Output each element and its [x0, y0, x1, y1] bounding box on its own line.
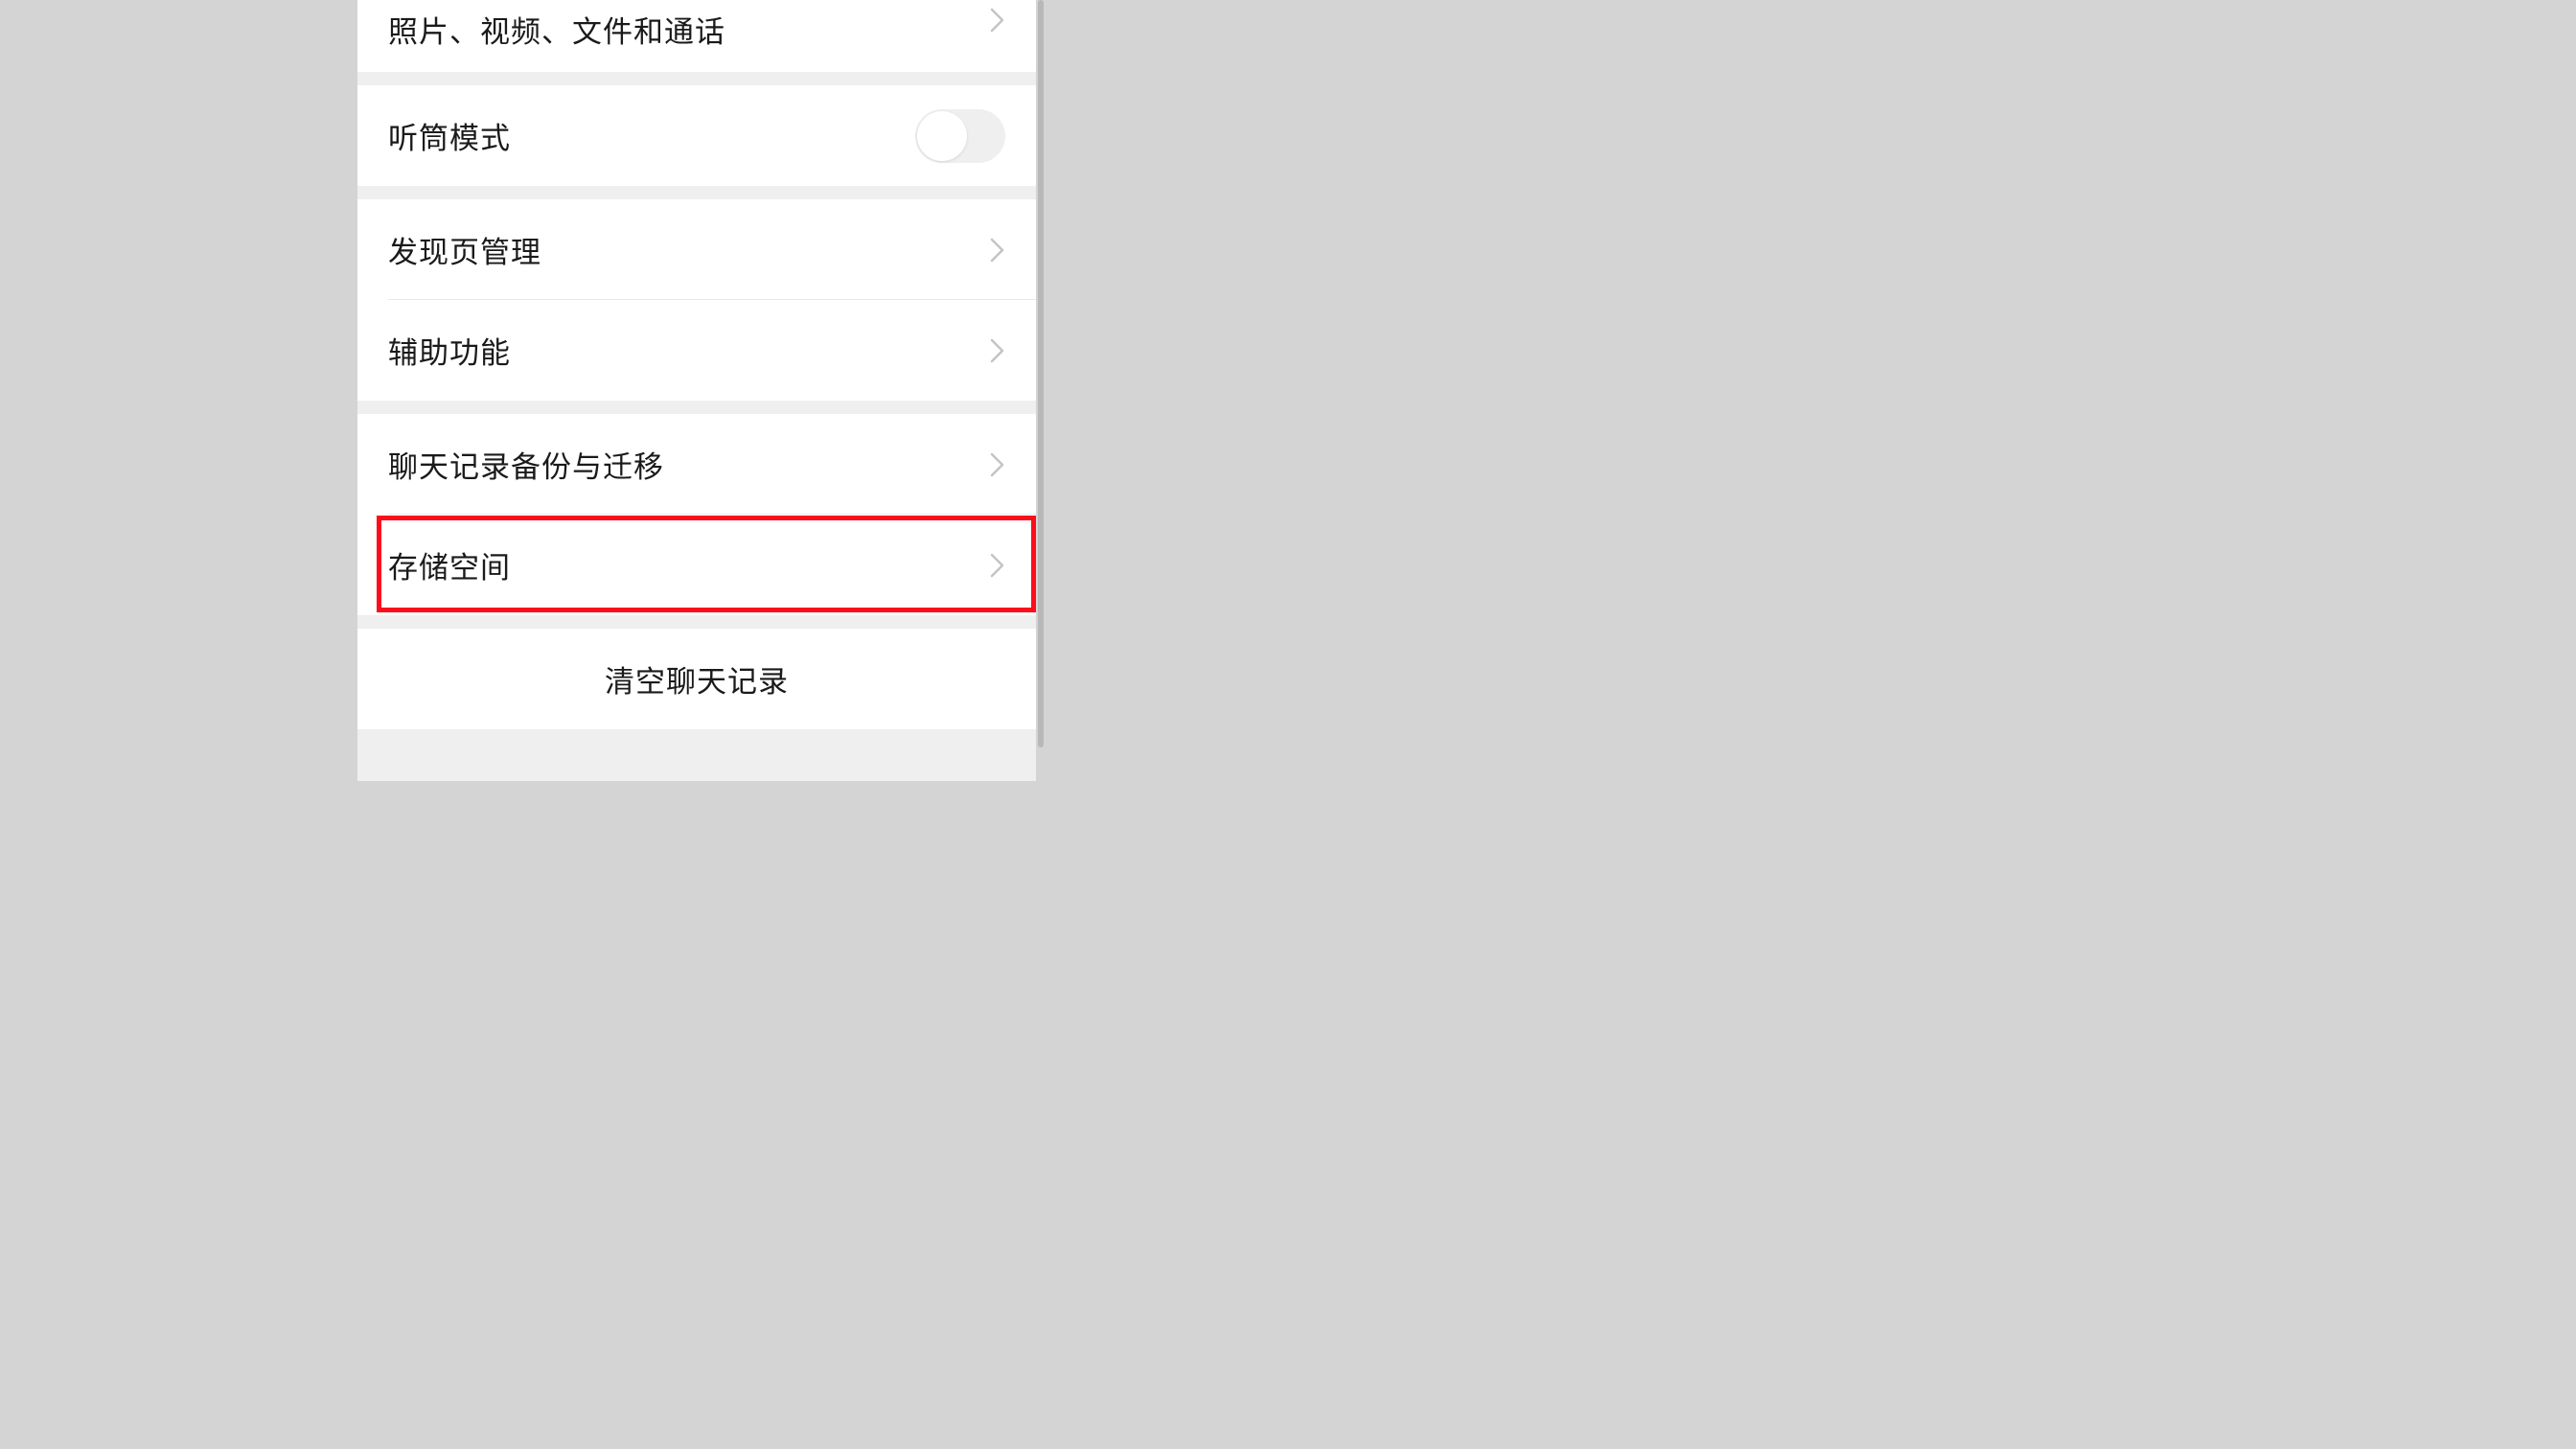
settings-group: 聊天记录备份与迁移 存储空间	[357, 414, 1036, 615]
settings-item-earpiece[interactable]: 听筒模式	[357, 85, 1036, 186]
chevron-right-icon	[990, 338, 1005, 363]
item-label: 清空聊天记录	[605, 657, 789, 701]
settings-item-storage[interactable]: 存储空间	[357, 515, 1036, 615]
item-label: 发现页管理	[388, 228, 541, 271]
settings-group: 清空聊天记录	[357, 629, 1036, 729]
settings-group: 听筒模式	[357, 85, 1036, 186]
chevron-right-icon	[990, 553, 1005, 578]
settings-item-discover[interactable]: 发现页管理	[357, 199, 1036, 300]
toggle-knob	[917, 111, 967, 161]
item-label: 听筒模式	[388, 114, 511, 157]
chevron-right-icon	[990, 452, 1005, 477]
settings-group: 发现页管理 辅助功能	[357, 199, 1036, 401]
settings-item-backup[interactable]: 聊天记录备份与迁移	[357, 414, 1036, 515]
item-label: 辅助功能	[388, 329, 511, 372]
settings-list: 照片、视频、文件和通话 听筒模式 发现页管理	[357, 0, 1036, 781]
toggle-switch[interactable]	[915, 109, 1005, 163]
item-label: 存储空间	[388, 543, 511, 586]
settings-item-clear-history[interactable]: 清空聊天记录	[357, 629, 1036, 729]
settings-item-accessibility[interactable]: 辅助功能	[357, 300, 1036, 401]
item-label: 聊天记录备份与迁移	[388, 443, 664, 486]
settings-screen: 照片、视频、文件和通话 听筒模式 发现页管理	[357, 0, 1036, 781]
item-label: 照片、视频、文件和通话	[388, 8, 725, 51]
settings-item-media[interactable]: 照片、视频、文件和通话	[357, 0, 1036, 72]
bottom-spacer	[357, 743, 1036, 781]
chevron-right-icon	[990, 8, 1005, 33]
settings-group: 照片、视频、文件和通话	[357, 0, 1036, 72]
scrollbar[interactable]	[1038, 0, 1044, 748]
chevron-right-icon	[990, 238, 1005, 263]
